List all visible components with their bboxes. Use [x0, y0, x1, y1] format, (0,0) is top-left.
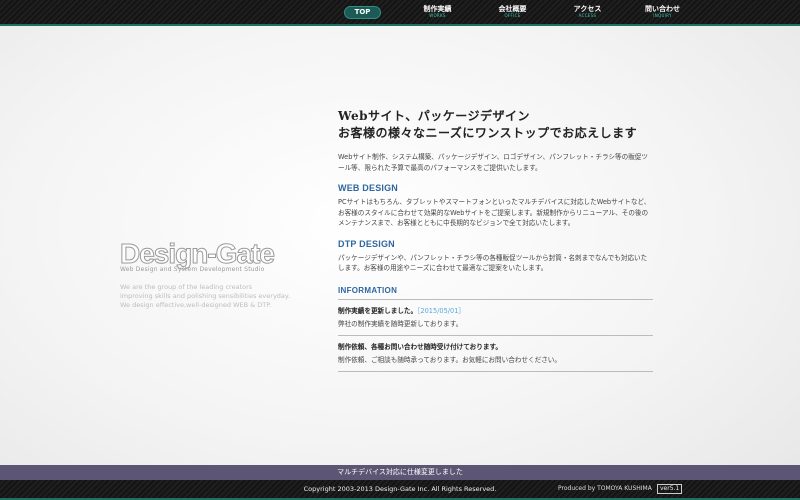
nav-office-sublabel: OFFICE [504, 13, 521, 18]
logo-wordmark: Design-Gate [120, 238, 276, 269]
nav-office-label: 会社概要 [498, 5, 527, 13]
version-badge: ver5.1 [657, 484, 683, 494]
nav-office[interactable]: 会社概要 OFFICE [475, 0, 550, 24]
information-heading: INFORMATION [338, 286, 653, 300]
logo-subtitle: Web Design and System Development Studio [120, 266, 265, 273]
company-logo[interactable]: Design-Gate Web Design and System Develo… [120, 238, 320, 310]
news-date[interactable]: ［2015/05/01］ [417, 307, 465, 315]
web-design-text: PCサイトはもちろん、タブレットやスマートフォンといったマルチデバイスに対応した… [338, 198, 651, 227]
nav-works-sublabel: WORKS [429, 13, 446, 18]
tagline-line-1: We are the group of the leading creators [120, 283, 253, 291]
news-body: 制作依頼、ご相談も随時承っております。お気軽にお問い合わせください。 [338, 355, 561, 364]
page-headline: Webサイト、パッケージデザイン お客様の様々なニーズにワンストップでお応えしま… [338, 108, 653, 142]
top-nav-bar: TOP 制作実績 WORKS 会社概要 OFFICE アクセス ACCESS 問… [0, 0, 800, 26]
nav-top[interactable]: TOP [325, 0, 400, 24]
nav-works[interactable]: 制作実績 WORKS [400, 0, 475, 24]
dtp-design-heading: DTP DESIGN [338, 238, 395, 249]
tagline-line-3: We design effective,well-designed WEB & … [120, 301, 272, 309]
nav-inquiry-label: 問い合わせ [645, 5, 680, 13]
notice-bar: マルチデバイス対応に仕様変更しました [0, 465, 800, 480]
tagline-line-2: improving skills and polishing sensibili… [120, 292, 290, 300]
nav-top-label: TOP [343, 5, 382, 19]
intro-text: Webサイト制作、システム構築、パッケージデザイン、ロゴデザイン、パンフレット・… [338, 153, 648, 172]
news-title: 制作依頼、各種お問い合わせ随時受け付けております。 [338, 342, 502, 351]
nav-works-label: 制作実績 [423, 5, 452, 13]
news-title: 制作実績を更新しました。［2015/05/01］ [338, 306, 653, 316]
main-content: Webサイト、パッケージデザイン お客様の様々なニーズにワンストップでお応えしま… [338, 108, 653, 372]
news-title-text: 制作実績を更新しました。 [338, 306, 418, 315]
news-body: 弊社の制作実績を随時更新しております。 [338, 319, 463, 328]
nav-inquiry[interactable]: 問い合わせ INQUIRY [625, 0, 700, 24]
nav-access-label: アクセス [573, 5, 602, 13]
logo-tagline: We are the group of the leading creators… [120, 283, 320, 310]
web-design-heading: WEB DESIGN [338, 183, 399, 193]
producer-credit: Produced by TOMOYA KUSHIMA [558, 485, 652, 492]
nav-access[interactable]: アクセス ACCESS [550, 0, 625, 24]
dtp-design-text: パッケージデザインや、パンフレット・チラシ等の各種販促ツールから封筒・名刺までな… [338, 253, 648, 273]
headline-line-2: お客様の様々なニーズにワンストップでお応えします [338, 126, 638, 140]
main-nav: TOP 制作実績 WORKS 会社概要 OFFICE アクセス ACCESS 問… [325, 0, 700, 24]
news-item: 制作依頼、各種お問い合わせ随時受け付けております。 制作依頼、ご相談も随時承って… [338, 336, 653, 372]
footer: Copyright 2003-2013 Design-Gate Inc. All… [0, 480, 800, 500]
nav-access-sublabel: ACCESS [578, 13, 597, 18]
headline-line-1: Webサイト、パッケージデザイン [338, 109, 531, 123]
nav-inquiry-sublabel: INQUIRY [653, 13, 672, 18]
news-item: 制作実績を更新しました。［2015/05/01］ 弊社の制作実績を随時更新してお… [338, 300, 653, 336]
